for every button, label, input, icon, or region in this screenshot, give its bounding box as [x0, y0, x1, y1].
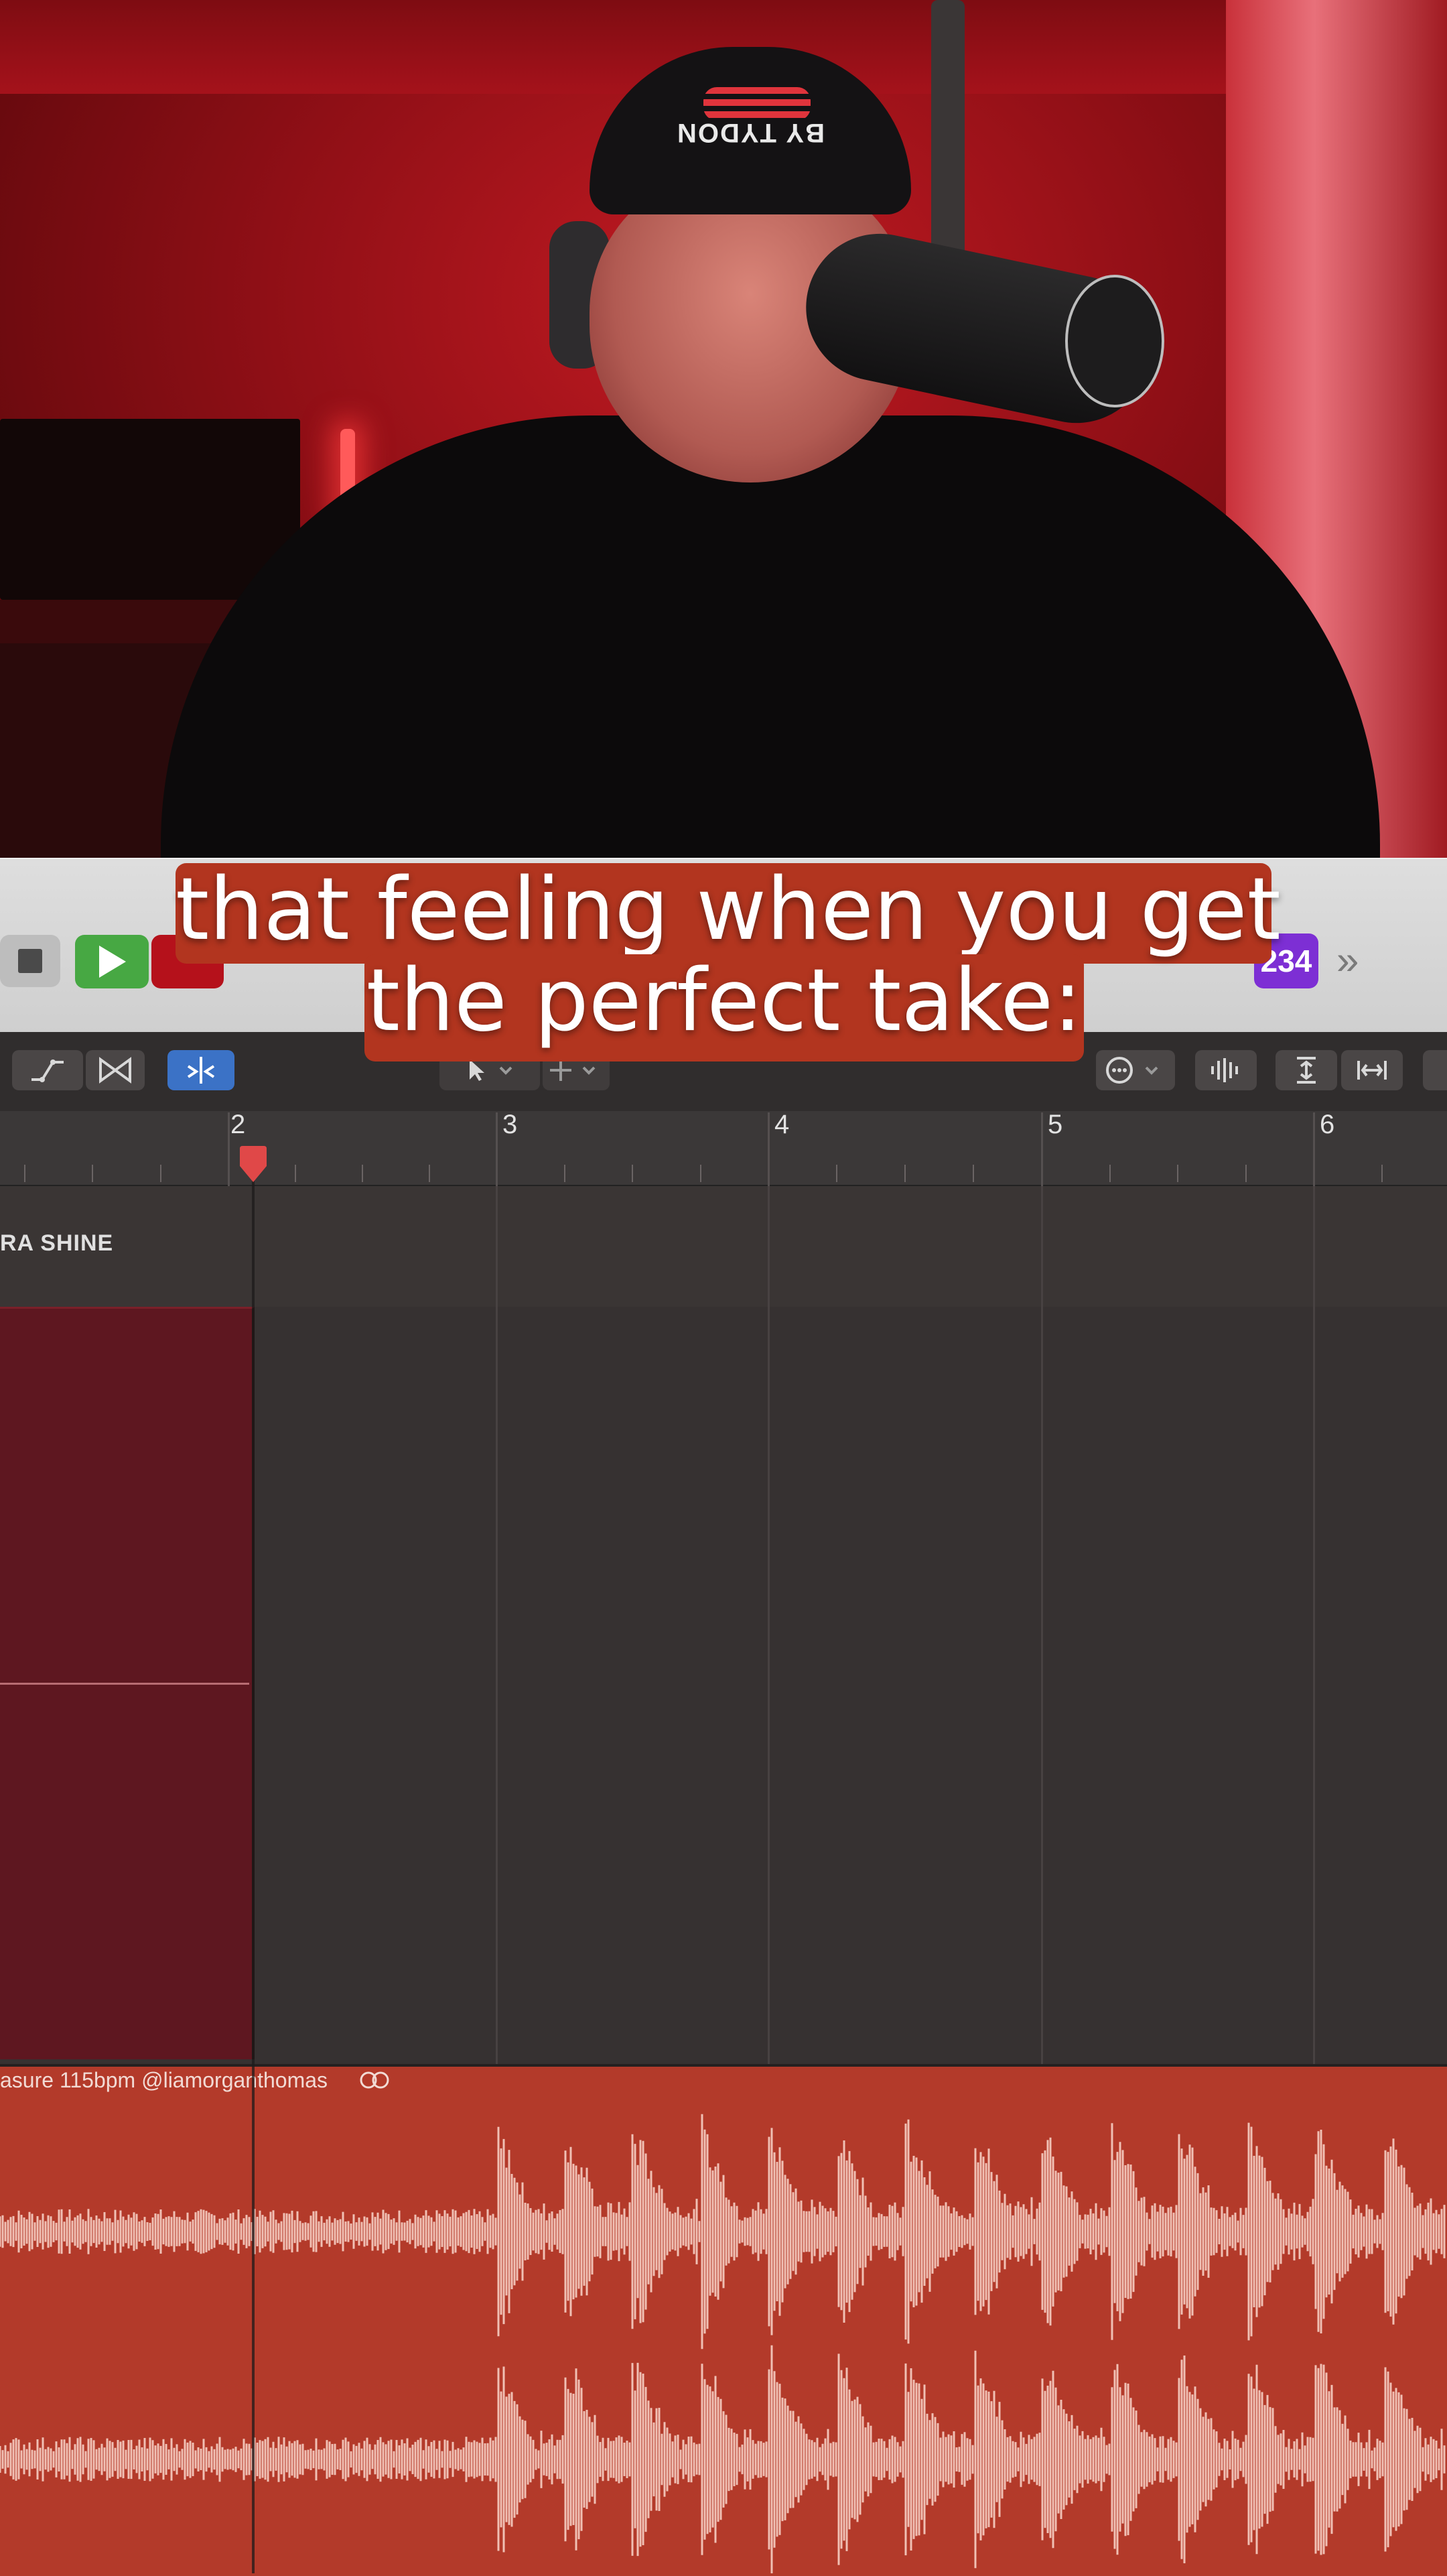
vertical-zoom-button[interactable]	[1276, 1050, 1337, 1090]
bar-number: 4	[774, 1110, 790, 1139]
bar-divider	[228, 1112, 230, 1186]
ruler-tick	[295, 1165, 296, 1182]
microphone-cap	[1065, 275, 1164, 407]
ruler-tick	[700, 1165, 701, 1182]
bar-ruler[interactable]	[0, 1111, 1447, 1186]
grid-line	[768, 1186, 770, 2064]
catch-playhead-button[interactable]	[167, 1050, 234, 1090]
flat-waveform	[0, 1683, 249, 1685]
ruler-tick	[632, 1165, 633, 1182]
loop-icon	[360, 2071, 389, 2089]
playhead-handle[interactable]	[236, 1146, 271, 1183]
bar-number: 5	[1048, 1110, 1063, 1139]
track-lane-header	[0, 1186, 1447, 1307]
grid-line	[1041, 1186, 1043, 2064]
horizontal-zoom-button[interactable]	[1341, 1050, 1403, 1090]
background-monitor	[0, 419, 300, 600]
waveform-channel	[0, 2114, 1446, 2349]
grid-line	[496, 1186, 498, 2064]
ruler-tick	[362, 1165, 363, 1182]
caption-line-1: that feeling when you get	[176, 863, 1281, 964]
audio-waveform	[0, 2114, 1446, 2573]
recorded-region[interactable]	[0, 1307, 255, 2059]
waveform-channel	[0, 2345, 1446, 2573]
bar-divider	[1041, 1112, 1043, 1186]
cap-logo	[703, 87, 811, 121]
automation-button[interactable]	[12, 1050, 83, 1090]
ruler-tick	[1177, 1165, 1178, 1182]
ruler-tick	[1245, 1165, 1247, 1182]
play-button[interactable]	[75, 935, 149, 988]
vertical-zoom-icon	[1297, 1057, 1316, 1084]
grid-line	[1313, 1186, 1315, 2064]
horizontal-zoom-icon	[1357, 1061, 1387, 1080]
bar-divider	[768, 1112, 770, 1186]
ruler-tick	[429, 1165, 430, 1182]
track-name: RA SHINE	[0, 1230, 114, 1256]
bar-divider	[496, 1112, 498, 1186]
ellipsis-circle-icon	[1106, 1057, 1158, 1084]
ceiling	[0, 0, 1226, 94]
ruler-tick	[1109, 1165, 1111, 1182]
play-icon	[99, 946, 126, 978]
ruler-tick	[24, 1165, 25, 1182]
webcam-video: BY TYDON	[0, 0, 1447, 858]
bar-number: 3	[502, 1110, 518, 1139]
ruler-tick	[1381, 1165, 1383, 1182]
bar-number: 6	[1320, 1110, 1335, 1139]
crossfade-button[interactable]	[86, 1050, 145, 1090]
bar-divider	[1313, 1112, 1315, 1186]
expand-icon[interactable]	[1423, 1050, 1447, 1090]
ruler-tick	[973, 1165, 974, 1182]
waveform-zoom-button[interactable]	[1195, 1050, 1257, 1090]
crossfade-icon	[99, 1057, 131, 1084]
stop-icon	[18, 949, 42, 973]
catch-playhead-icon	[187, 1057, 215, 1084]
ruler-tick	[904, 1165, 906, 1182]
more-chevron-icon[interactable]: »	[1336, 937, 1359, 983]
ruler-tick	[564, 1165, 565, 1182]
ruler-tick	[160, 1165, 161, 1182]
stop-button[interactable]	[0, 935, 60, 987]
ruler-tick	[92, 1165, 93, 1182]
automation-icon	[31, 1059, 64, 1082]
mic-arm	[931, 0, 965, 281]
ruler-tick	[836, 1165, 837, 1182]
audio-region-title: asure 115bpm @liamorganthomas	[0, 2068, 328, 2092]
more-options-menu[interactable]	[1096, 1050, 1175, 1090]
cap-text: BY TYDON	[676, 118, 825, 147]
playhead-line[interactable]	[252, 1159, 255, 2573]
caption-line-2: the perfect take:	[364, 954, 1084, 1061]
waveform-icon	[1211, 1058, 1238, 1082]
bar-number: 2	[230, 1110, 246, 1139]
